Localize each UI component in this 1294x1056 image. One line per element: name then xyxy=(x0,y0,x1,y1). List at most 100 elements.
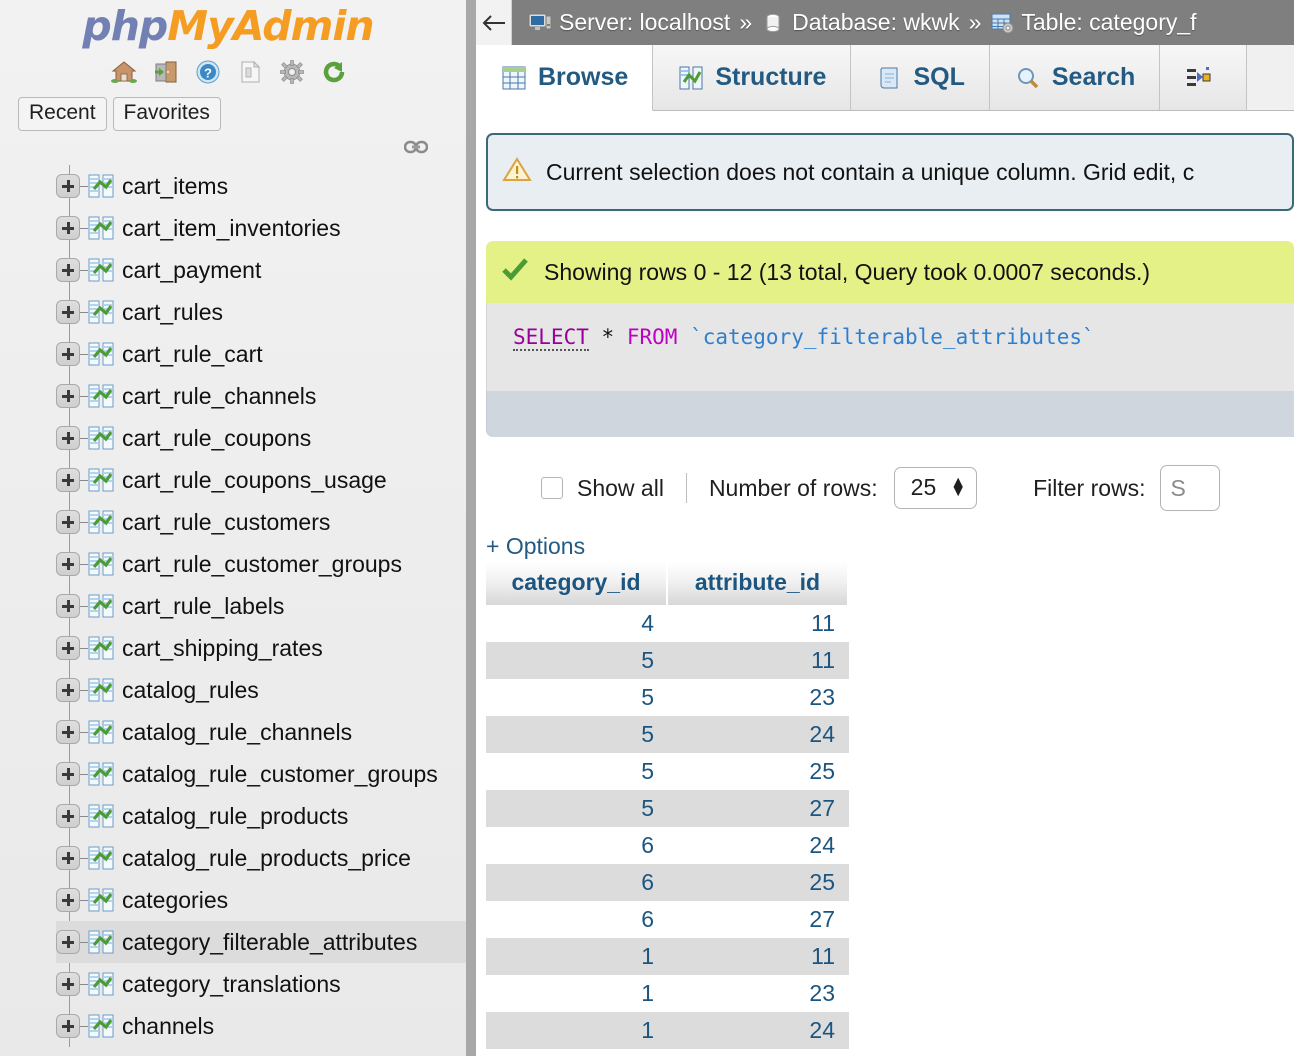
executed-sql-query[interactable]: SELECT * FROM `category_filterable_attri… xyxy=(486,303,1294,391)
table-row[interactable]: 5 27 xyxy=(486,790,849,827)
tree-item-cart_rules[interactable]: cart_rules xyxy=(56,291,476,333)
expand-plus-icon[interactable] xyxy=(56,594,80,619)
expand-plus-icon[interactable] xyxy=(56,720,80,745)
column-header-category-id[interactable]: category_id xyxy=(486,562,668,605)
table-row[interactable]: 1 24 xyxy=(486,1012,849,1049)
table-row[interactable]: 6 24 xyxy=(486,827,849,864)
tab-browse[interactable]: Browse xyxy=(476,45,654,111)
docs-icon[interactable] xyxy=(237,59,263,85)
expand-plus-icon[interactable] xyxy=(56,468,80,493)
expand-plus-icon[interactable] xyxy=(56,930,80,955)
tree-item-cart_rule_customers[interactable]: cart_rule_customers xyxy=(56,501,476,543)
expand-plus-icon[interactable] xyxy=(56,510,80,535)
table-row[interactable]: 1 11 xyxy=(486,938,849,975)
options-toggle[interactable]: + Options xyxy=(486,533,585,560)
breadcrumb-database[interactable]: Database: wkwk xyxy=(792,9,959,36)
breadcrumb-table[interactable]: Table: category_f xyxy=(1021,9,1196,36)
tree-item-cart_shipping_rates[interactable]: cart_shipping_rates xyxy=(56,627,476,669)
tree-item-cart_rule_customer_groups[interactable]: cart_rule_customer_groups xyxy=(56,543,476,585)
tree-item-cart_rule_coupons[interactable]: cart_rule_coupons xyxy=(56,417,476,459)
insert-icon xyxy=(1184,65,1212,91)
tree-item-catalog_rule_products_price[interactable]: catalog_rule_products_price xyxy=(56,837,476,879)
tree-item-label: catalog_rule_products xyxy=(122,802,349,829)
sidebar-scrollbar[interactable] xyxy=(466,0,476,1056)
tree-connector xyxy=(80,899,88,901)
expand-plus-icon[interactable] xyxy=(56,174,80,199)
table-row[interactable]: 125 xyxy=(486,1049,849,1056)
tree-item-channels[interactable]: channels xyxy=(56,1005,476,1047)
expand-plus-icon[interactable] xyxy=(56,804,80,829)
expand-plus-icon[interactable] xyxy=(56,342,80,367)
tab-browse-label: Browse xyxy=(538,63,629,91)
cell-attribute-id: 23 xyxy=(668,975,849,1012)
back-button[interactable] xyxy=(476,0,512,45)
tab-insert[interactable] xyxy=(1160,45,1248,110)
expand-plus-icon[interactable] xyxy=(56,636,80,661)
table-icon xyxy=(88,804,114,828)
cell-attribute-id: 25 xyxy=(668,864,849,901)
tree-item-cart_items[interactable]: cart_items xyxy=(56,165,476,207)
number-of-rows-select[interactable]: 25 ▲ ▼ xyxy=(893,467,978,509)
tab-search[interactable]: Search xyxy=(989,45,1161,110)
table-row[interactable]: 1 23 xyxy=(486,975,849,1012)
tree-item-cart_rule_coupons_usage[interactable]: cart_rule_coupons_usage xyxy=(56,459,476,501)
favorites-tab[interactable]: Favorites xyxy=(112,97,221,132)
table-icon xyxy=(88,1014,114,1038)
expand-plus-icon[interactable] xyxy=(56,216,80,241)
expand-plus-icon[interactable] xyxy=(56,678,80,703)
breadcrumb-server[interactable]: Server: localhost xyxy=(559,9,730,36)
tree-item-categories[interactable]: categories xyxy=(56,879,476,921)
query-success-message: Showing rows 0 - 12 (13 total, Query too… xyxy=(486,241,1294,303)
column-header-attribute-id[interactable]: attribute_id xyxy=(668,562,849,605)
refresh-icon[interactable] xyxy=(321,59,347,85)
table-row[interactable]: 5 11 xyxy=(486,642,849,679)
tree-connector xyxy=(80,269,88,271)
tree-item-category_filterable_attributes[interactable]: category_filterable_attributes xyxy=(56,921,476,964)
chain-link-icon[interactable] xyxy=(403,139,429,155)
table-row[interactable]: 5 25 xyxy=(486,753,849,790)
expand-plus-icon[interactable] xyxy=(56,426,80,451)
tree-item-cart_rule_cart[interactable]: cart_rule_cart xyxy=(56,333,476,375)
table-row[interactable]: 5 23 xyxy=(486,679,849,716)
expand-plus-icon[interactable] xyxy=(56,846,80,871)
expand-plus-icon[interactable] xyxy=(56,384,80,409)
tab-sql[interactable]: SQL xyxy=(851,45,990,110)
recent-tab[interactable]: Recent xyxy=(18,97,107,132)
tree-item-cart_payment[interactable]: cart_payment xyxy=(56,249,476,291)
tree-item-catalog_rule_channels[interactable]: catalog_rule_channels xyxy=(56,711,476,753)
expand-plus-icon[interactable] xyxy=(56,552,80,577)
tab-structure[interactable]: Structure xyxy=(653,45,852,110)
expand-plus-icon[interactable] xyxy=(56,1014,80,1039)
tree-item-label: cart_items xyxy=(122,172,229,199)
tree-item-label: cart_rule_labels xyxy=(122,592,285,619)
tree-item-cart_item_inventories[interactable]: cart_item_inventories xyxy=(56,207,476,249)
expand-plus-icon[interactable] xyxy=(56,258,80,283)
tree-item-cart_rule_channels[interactable]: cart_rule_channels xyxy=(56,375,476,417)
settings-icon[interactable] xyxy=(279,59,305,85)
show-all-checkbox[interactable] xyxy=(541,477,563,499)
table-row[interactable]: 4 11 xyxy=(486,605,849,642)
table-icon xyxy=(88,174,114,198)
tree-item-label: category_translations xyxy=(122,970,341,997)
tree-item-label: cart_rule_coupons xyxy=(122,424,312,451)
expand-plus-icon[interactable] xyxy=(56,762,80,787)
tree-item-catalog_rule_products[interactable]: catalog_rule_products xyxy=(56,795,476,837)
brand-logo[interactable]: phpMyAdmin xyxy=(0,0,476,47)
filter-rows-input[interactable]: S xyxy=(1159,465,1220,511)
tree-item-cart_rule_labels[interactable]: cart_rule_labels xyxy=(56,585,476,627)
logout-icon[interactable] xyxy=(153,59,179,85)
expand-plus-icon[interactable] xyxy=(56,300,80,325)
sidebar-link-row xyxy=(0,131,476,165)
help-icon[interactable]: ? xyxy=(195,59,221,85)
table-icon xyxy=(88,426,114,450)
table-row[interactable]: 5 24 xyxy=(486,716,849,753)
home-icon[interactable] xyxy=(111,59,137,85)
expand-plus-icon[interactable] xyxy=(56,888,80,913)
table-row[interactable]: 6 27 xyxy=(486,901,849,938)
sql-table-identifier: `category_filterable_attributes` xyxy=(690,325,1095,349)
tree-item-category_translations[interactable]: category_translations xyxy=(56,963,476,1005)
tree-item-catalog_rules[interactable]: catalog_rules xyxy=(56,669,476,711)
tree-item-catalog_rule_customer_groups[interactable]: catalog_rule_customer_groups xyxy=(56,753,476,795)
expand-plus-icon[interactable] xyxy=(56,972,80,997)
table-row[interactable]: 6 25 xyxy=(486,864,849,901)
